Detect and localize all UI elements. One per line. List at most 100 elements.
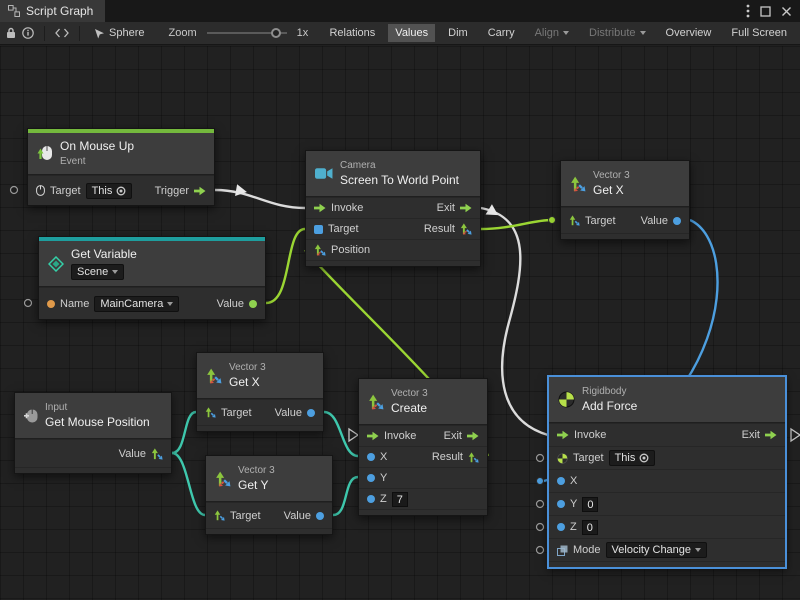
graph-owner-item[interactable]: Sphere — [90, 25, 148, 41]
distribute-button[interactable]: Distribute — [582, 24, 652, 42]
mode-dropdown[interactable]: Velocity Change — [606, 542, 708, 558]
invoke-label: Invoke — [574, 429, 606, 441]
node-vector3-create[interactable]: Vector 3 Create Invoke Exit X Result Y Z… — [358, 378, 488, 516]
z-in-port[interactable] — [557, 523, 565, 531]
distribute-label: Distribute — [589, 27, 635, 39]
node-category: Vector 3 — [229, 361, 266, 374]
flow-in-port[interactable] — [557, 430, 569, 440]
x-in-port[interactable] — [557, 477, 565, 485]
variable-name-label: MainCamera — [100, 298, 163, 310]
vector3-in-port[interactable] — [314, 244, 326, 256]
input-mouse-icon — [24, 408, 38, 424]
node-title: Get Y — [238, 478, 275, 494]
x-in-port[interactable] — [367, 453, 375, 461]
align-button[interactable]: Align — [528, 24, 576, 42]
node-category: Rigidbody — [582, 385, 637, 398]
bullseye-icon — [639, 453, 649, 463]
port-row: Name MainCamera Value — [39, 287, 265, 319]
dim-label: Dim — [448, 27, 468, 39]
node-vector3-get-y[interactable]: Vector 3 Get Y Target Value — [205, 455, 333, 535]
menu-kebab-icon[interactable] — [746, 4, 750, 18]
y-in-port[interactable] — [557, 500, 565, 508]
node-title: Get X — [229, 375, 266, 391]
full-screen-button[interactable]: Full Screen — [724, 24, 794, 42]
node-header: On Mouse Up Event — [28, 133, 214, 175]
node-header: Input Get Mouse Position — [15, 393, 171, 439]
target-this-label: This — [92, 185, 113, 197]
z-value-input[interactable]: 0 — [582, 520, 598, 535]
flow-in-port[interactable] — [314, 203, 326, 213]
node-vector3-get-x-top[interactable]: Vector 3 Get X Target Value — [560, 160, 690, 240]
name-label: Name — [60, 298, 89, 310]
node-header: Vector 3 Create — [359, 379, 487, 425]
target-label: Target — [573, 452, 604, 464]
target-this-label: This — [615, 452, 636, 464]
target-label: Target — [221, 407, 252, 419]
z-value-input[interactable]: 7 — [392, 492, 408, 507]
node-screen-to-world-point[interactable]: Camera Screen To World Point Invoke Exit… — [305, 150, 481, 267]
vector3-out-port[interactable] — [468, 452, 479, 463]
flow-in-port[interactable] — [367, 431, 379, 441]
y-value-input[interactable]: 0 — [582, 497, 598, 512]
vector3-out-port[interactable] — [151, 448, 163, 460]
exit-label: Exit — [444, 430, 462, 442]
tab-script-graph[interactable]: Script Graph — [0, 0, 105, 22]
port-row: Target Value — [197, 399, 323, 425]
value-out-port[interactable] — [249, 300, 257, 308]
node-vector3-get-x-mid[interactable]: Vector 3 Get X Target Value — [196, 352, 324, 432]
vector3-in-port[interactable] — [214, 510, 225, 521]
port-row: Target Result — [306, 218, 480, 239]
value-out-port[interactable] — [673, 217, 681, 225]
zoom-slider-handle[interactable] — [271, 28, 281, 38]
lock-icon[interactable] — [6, 27, 16, 39]
invoke-label: Invoke — [384, 430, 416, 442]
scope-label: Scene — [77, 265, 108, 279]
zoom-slider[interactable] — [207, 32, 287, 34]
variable-scope-dropdown[interactable]: Scene — [71, 264, 124, 280]
flow-out-port[interactable] — [194, 186, 206, 196]
flow-out-port[interactable] — [467, 431, 479, 441]
node-get-variable[interactable]: Get Variable Scene Name MainCamera Value — [38, 236, 266, 320]
vector3-in-port[interactable] — [569, 215, 580, 226]
node-title: Get X — [593, 183, 630, 199]
vector3-out-port[interactable] — [460, 223, 472, 235]
target-this-chip: This — [609, 450, 656, 466]
overview-button[interactable]: Overview — [659, 24, 719, 42]
z-in-port[interactable] — [367, 495, 375, 503]
graph-owner-label: Sphere — [109, 27, 144, 39]
vector3-in-port[interactable] — [205, 407, 216, 418]
target-this-chip: This — [86, 183, 133, 199]
dim-button[interactable]: Dim — [441, 24, 475, 42]
port-row: Invoke Exit — [359, 425, 487, 446]
info-icon[interactable] — [22, 27, 34, 39]
values-button[interactable]: Values — [388, 24, 435, 42]
flow-out-port[interactable] — [765, 430, 777, 440]
port-row: Target Value — [561, 207, 689, 233]
carry-button[interactable]: Carry — [481, 24, 522, 42]
port-row: Z 0 — [549, 515, 785, 538]
node-get-mouse-position[interactable]: Input Get Mouse Position Value — [14, 392, 172, 474]
code-icon[interactable] — [55, 28, 69, 38]
close-icon[interactable] — [781, 6, 792, 17]
target-in-port[interactable] — [314, 225, 323, 234]
tab-title: Script Graph — [26, 4, 93, 18]
name-in-port[interactable] — [47, 300, 55, 308]
relations-button[interactable]: Relations — [322, 24, 382, 42]
node-category: Camera — [340, 159, 459, 172]
node-footer — [15, 467, 171, 473]
variable-name-dropdown[interactable]: MainCamera — [94, 296, 179, 312]
node-add-force[interactable]: Rigidbody Add Force Invoke Exit Target T… — [548, 376, 786, 568]
invoke-label: Invoke — [331, 202, 363, 214]
maximize-icon[interactable] — [760, 6, 771, 17]
node-footer — [549, 561, 785, 567]
y-in-port[interactable] — [367, 474, 375, 482]
port-row: X — [549, 469, 785, 492]
value-out-port[interactable] — [316, 512, 324, 520]
port-row: Mode Velocity Change — [549, 538, 785, 561]
node-footer — [359, 509, 487, 515]
vector3-icon — [206, 368, 222, 384]
flow-out-port[interactable] — [460, 203, 472, 213]
value-out-port[interactable] — [307, 409, 315, 417]
port-row: Target This Trigger — [28, 175, 214, 205]
node-on-mouse-up[interactable]: On Mouse Up Event Target This Trigger — [27, 128, 215, 206]
